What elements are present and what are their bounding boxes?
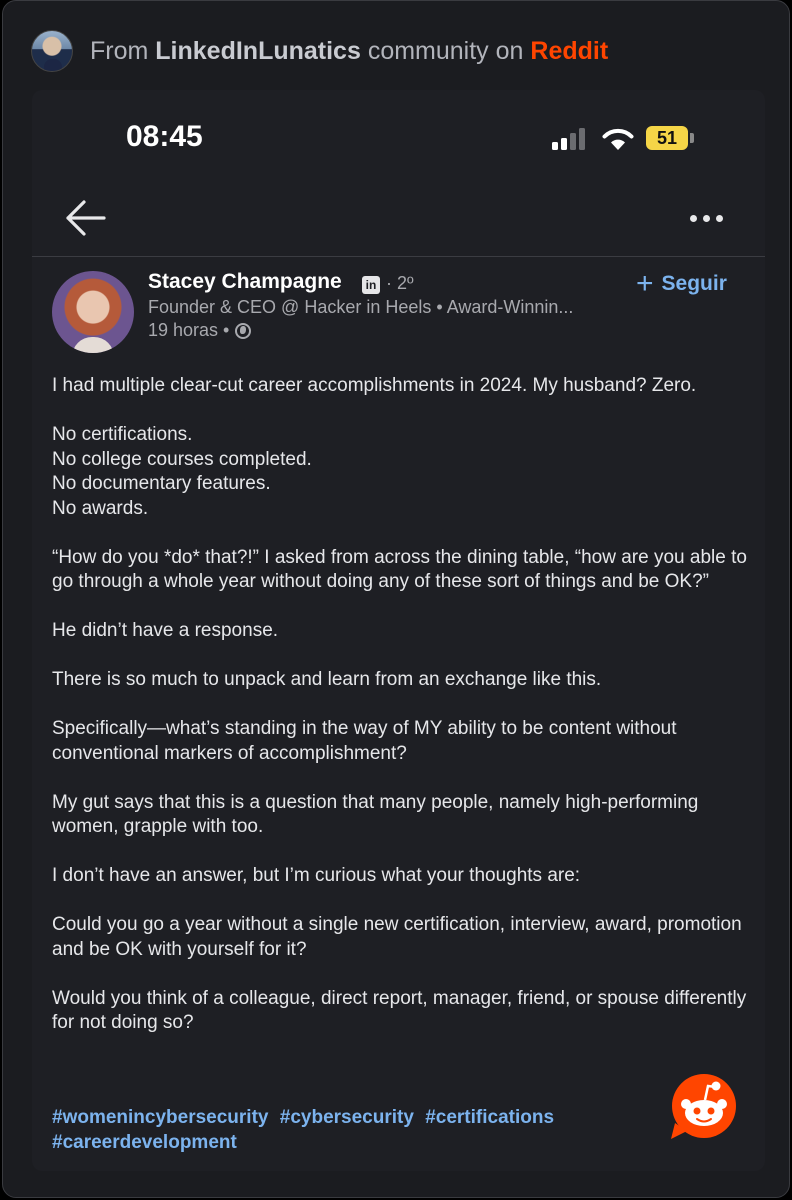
status-time: 08:45 bbox=[126, 120, 203, 153]
screenshot-frame: From LinkedInLunatics community on Reddi… bbox=[2, 0, 790, 1198]
battery-tip bbox=[690, 133, 694, 143]
more-options-icon[interactable] bbox=[690, 208, 730, 228]
hashtag-list: #womenincybersecurity #cybersecurity #ce… bbox=[52, 1106, 652, 1155]
post-paragraph: There is so much to unpack and learn fro… bbox=[52, 669, 602, 690]
post-paragraph: I don’t have an answer, but I’m curious … bbox=[52, 865, 581, 886]
community-link[interactable]: LinkedInLunatics bbox=[155, 37, 361, 65]
wifi-icon bbox=[602, 128, 634, 150]
hashtag-link[interactable]: #cybersecurity bbox=[280, 1107, 414, 1128]
post-time: 19 horas • bbox=[148, 320, 230, 340]
hashtag-link[interactable]: #careerdevelopment bbox=[52, 1132, 237, 1153]
post-paragraph: Could you go a year without a single new… bbox=[52, 914, 742, 960]
post-paragraph: My gut says that this is a question that… bbox=[52, 791, 699, 838]
post-meta: 19 horas • bbox=[148, 320, 252, 341]
author-avatar[interactable] bbox=[52, 271, 134, 353]
post-paragraph: No documentary features. bbox=[52, 473, 271, 494]
hashtag-link[interactable]: #certifications bbox=[425, 1107, 554, 1128]
back-arrow-icon[interactable] bbox=[64, 198, 106, 238]
post-paragraph: No awards. bbox=[52, 497, 149, 519]
divider bbox=[32, 256, 765, 257]
post-paragraph: I had multiple clear-cut career accompli… bbox=[52, 375, 697, 396]
header-middle: community on bbox=[360, 36, 531, 65]
header-prefix: From bbox=[90, 36, 156, 65]
post-paragraph: He didn’t have a response. bbox=[52, 620, 279, 641]
follow-label: Seguir bbox=[661, 272, 727, 295]
signal-icon bbox=[552, 126, 590, 150]
community-header: From LinkedInLunatics community on Reddi… bbox=[31, 29, 608, 73]
poster-avatar[interactable] bbox=[31, 30, 73, 72]
post-paragraph: No certifications. bbox=[52, 424, 193, 445]
reddit-snoo-icon bbox=[671, 1074, 736, 1139]
follow-button[interactable]: + Seguir bbox=[636, 267, 727, 300]
post-paragraph: “How do you *do* that?!” I asked from ac… bbox=[52, 546, 747, 593]
post-paragraph: Would you think of a colleague, direct r… bbox=[52, 987, 747, 1034]
linkedin-badge-icon: in bbox=[362, 276, 380, 294]
battery-indicator: 51 bbox=[646, 126, 688, 150]
post-paragraph: Specifically—what’s standing in the way … bbox=[52, 718, 677, 764]
hashtag-link[interactable]: #womenincybersecurity bbox=[52, 1107, 268, 1128]
post-paragraph: No college courses completed. bbox=[52, 448, 312, 470]
phone-screenshot: 08:45 51 Stacey Champagne in · 2º Founde… bbox=[32, 90, 765, 1171]
globe-icon bbox=[235, 322, 252, 339]
post-body: I had multiple clear-cut career accompli… bbox=[52, 374, 752, 1060]
connection-degree: · 2º bbox=[386, 273, 414, 293]
header-text: From LinkedInLunatics community on Reddi… bbox=[90, 37, 608, 66]
reddit-link[interactable]: Reddit bbox=[530, 37, 608, 65]
author-name[interactable]: Stacey Champagne bbox=[148, 270, 342, 294]
plus-icon: + bbox=[636, 267, 654, 300]
author-headline: Founder & CEO @ Hacker in Heels • Award-… bbox=[148, 297, 574, 317]
